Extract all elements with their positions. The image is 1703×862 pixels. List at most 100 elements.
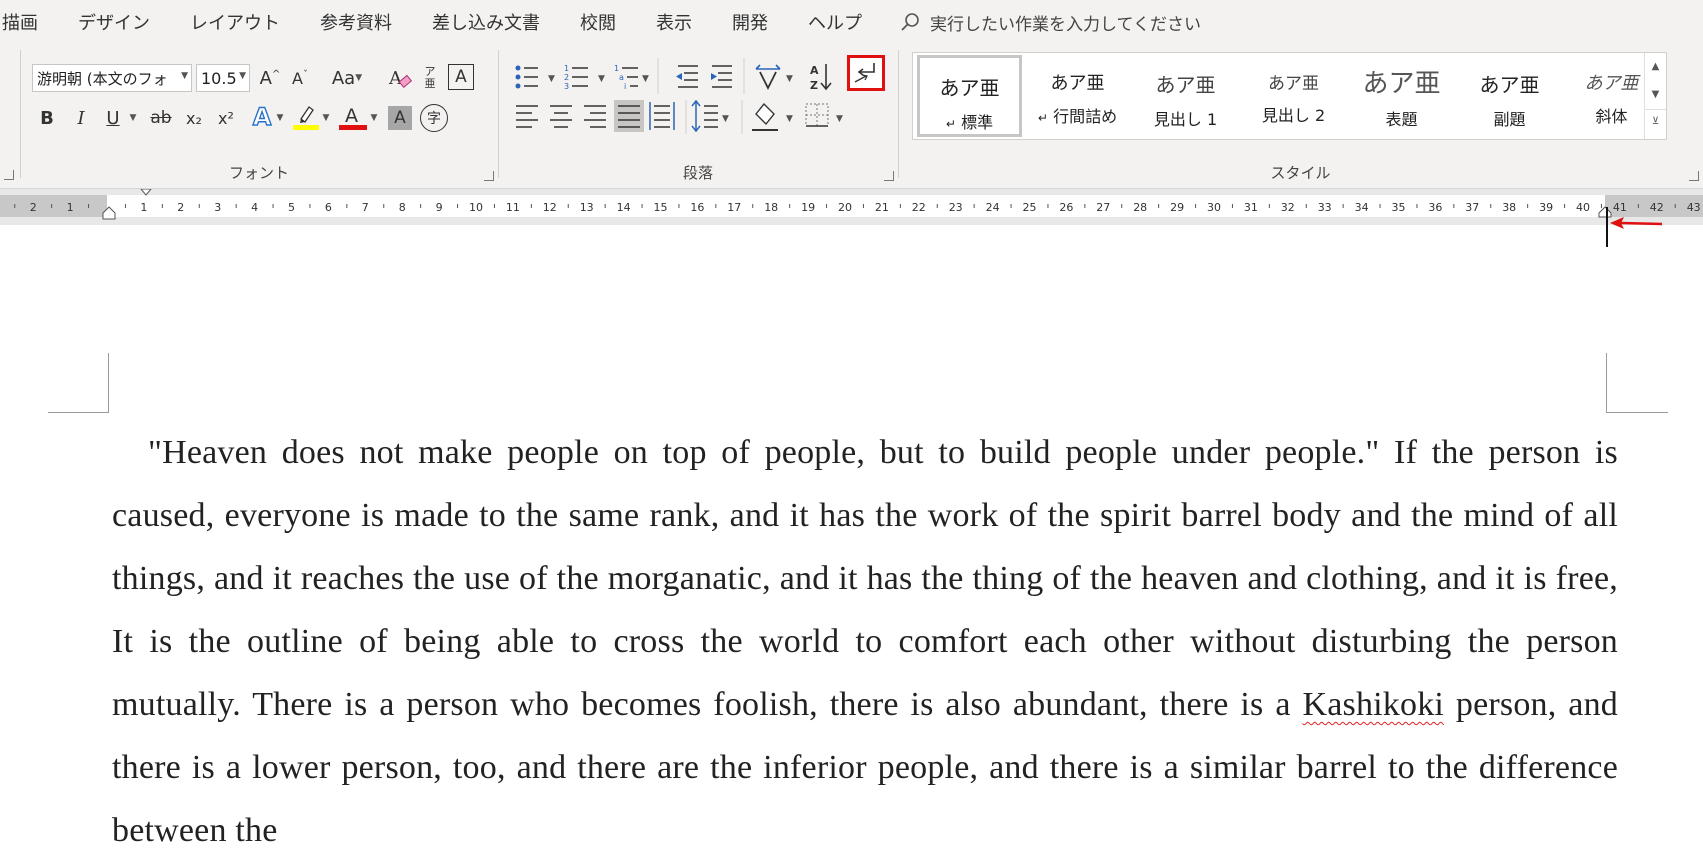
ruler-number: 43: [1687, 201, 1701, 214]
strikethrough-icon: ab: [150, 108, 172, 128]
svg-text:i: i: [624, 82, 626, 91]
font-dialog-launcher-icon[interactable]: [484, 171, 494, 181]
grow-font-button[interactable]: A^: [256, 64, 284, 92]
style-heading-2[interactable]: あア亜 見出し 2: [1241, 55, 1346, 137]
change-case-icon: Aa: [331, 67, 356, 89]
borders-icon: [805, 103, 829, 127]
style-no-spacing[interactable]: あア亜 ↵ 行間詰め: [1025, 55, 1130, 137]
superscript-button[interactable]: x²: [212, 104, 240, 132]
show-formatting-marks-button[interactable]: [847, 55, 885, 91]
style-subtitle[interactable]: あア亜 副題: [1457, 55, 1562, 137]
tab-help[interactable]: ヘルプ: [788, 9, 882, 35]
first-line-indent-marker[interactable]: [140, 189, 152, 196]
chevron-down-icon: ▼: [370, 113, 378, 123]
gallery-scroll: ▲ ▼ ⊻: [1644, 53, 1666, 139]
tab-view[interactable]: 表示: [636, 9, 712, 35]
crop-mark: [108, 353, 109, 412]
ruler-number: 14: [617, 201, 631, 214]
tell-me-box[interactable]: 実行したい作業を入力してください: [900, 10, 1201, 35]
annotation-arrow-icon: [1610, 217, 1663, 229]
crop-mark: [1606, 353, 1607, 412]
distributed-icon: [649, 102, 675, 130]
ruler-number: 1: [140, 201, 147, 214]
strikethrough-button[interactable]: ab: [146, 104, 176, 132]
paragraph-dialog-launcher-icon[interactable]: [884, 171, 894, 181]
tab-review[interactable]: 校閲: [560, 9, 636, 35]
ruler-number: 2: [30, 201, 37, 214]
superscript-icon: x²: [218, 108, 234, 128]
hanging-indent-marker[interactable]: [102, 206, 116, 220]
document-page[interactable]: "Heaven does not make people on top of p…: [0, 225, 1703, 861]
subscript-button[interactable]: x₂: [180, 104, 208, 132]
tab-mailings[interactable]: 差し込み文書: [412, 9, 560, 35]
svg-text:A: A: [388, 68, 403, 89]
ruler-number: 16: [690, 201, 704, 214]
character-shading-button[interactable]: A: [388, 106, 412, 130]
grow-font-icon: A^: [259, 67, 281, 89]
tab-references[interactable]: 参考資料: [300, 9, 412, 35]
misspelled-word[interactable]: Kashikoki: [1302, 686, 1444, 723]
ruler-number: 42: [1650, 201, 1664, 214]
formatting-marks-icon: [854, 63, 875, 83]
font-size-box[interactable]: 10.5 ▼: [196, 64, 250, 92]
ruler-number: 2: [177, 201, 184, 214]
phonetic-guide-button[interactable]: ア亜: [416, 62, 444, 94]
ruler-number: 7: [362, 201, 369, 214]
tab-developer[interactable]: 開発: [712, 9, 788, 35]
clipboard-launcher-icon[interactable]: [4, 170, 14, 180]
tab-draw[interactable]: 描画: [0, 9, 58, 35]
styles-gallery: あア亜 ↵ 標準 あア亜 ↵ 行間詰め あア亜 見出し 1 あア亜 見出し 2 …: [912, 52, 1667, 140]
underline-dropdown[interactable]: ▼: [126, 104, 140, 132]
paragraph-group: ▼ 123 ▼ 1ai ▼ ▼ A Z ▼ ▼ ▼ 段落: [498, 44, 898, 189]
ruler-number: 18: [764, 201, 778, 214]
style-normal[interactable]: あア亜 ↵ 標準: [917, 55, 1022, 137]
highlight-color-button[interactable]: [292, 102, 320, 132]
bold-icon: B: [40, 107, 54, 129]
styles-dialog-launcher-icon[interactable]: [1689, 171, 1699, 181]
chevron-down-icon: ▼: [239, 71, 246, 81]
ruler-number: 11: [506, 201, 520, 214]
style-sample: あア亜: [1362, 69, 1441, 99]
style-name: 標準: [961, 113, 994, 132]
ruler-number: 6: [325, 201, 332, 214]
font-size-value: 10.5: [201, 68, 237, 88]
document-body-text[interactable]: "Heaven does not make people on top of p…: [112, 421, 1618, 862]
gallery-down-icon[interactable]: ▼: [1645, 81, 1666, 109]
text-effects-button[interactable]: A: [248, 102, 276, 132]
svg-text:▼: ▼: [598, 74, 605, 84]
highlight-dropdown[interactable]: ▼: [320, 104, 332, 132]
underline-button[interactable]: U: [100, 104, 126, 132]
ruler-number: 4: [251, 201, 258, 214]
svg-text:a: a: [619, 73, 624, 82]
style-sample: あア亜: [939, 76, 1000, 100]
style-heading-1[interactable]: あア亜 見出し 1: [1133, 55, 1238, 137]
gallery-more-icon[interactable]: ⊻: [1645, 109, 1666, 137]
highlighter-icon: [293, 106, 319, 130]
clear-formatting-button[interactable]: A: [386, 64, 414, 92]
ruler-number: 33: [1318, 201, 1332, 214]
text-effects-dropdown[interactable]: ▼: [274, 104, 286, 132]
tab-layout[interactable]: レイアウト: [170, 9, 300, 35]
crop-mark: [1606, 412, 1668, 413]
bold-button[interactable]: B: [34, 104, 60, 132]
ruler-number: 36: [1428, 201, 1442, 214]
enclose-characters-button[interactable]: A: [448, 64, 474, 90]
asian-layout-icon: [755, 64, 781, 91]
ribbon-tabs: 描画 デザイン レイアウト 参考資料 差し込み文書 校閲 表示 開発 ヘルプ 実…: [0, 0, 1703, 44]
horizontal-ruler[interactable]: 3211234567891011121314151617181920212223…: [0, 189, 1703, 225]
chevron-down-icon: ▼: [181, 71, 188, 81]
tab-design[interactable]: デザイン: [58, 9, 170, 35]
change-case-button[interactable]: Aa ▼: [326, 64, 368, 92]
svg-text:▼: ▼: [786, 74, 793, 84]
gallery-up-icon[interactable]: ▲: [1645, 53, 1666, 81]
enclosed-character-button[interactable]: 字: [420, 104, 448, 132]
font-color-dropdown[interactable]: ▼: [368, 104, 380, 132]
style-title[interactable]: あア亜 表題: [1349, 55, 1454, 137]
italic-button[interactable]: I: [68, 104, 94, 132]
ribbon: 游明朝 (本文のフォ ▼ 10.5 ▼ A^ Aˇ Aa ▼ A ア亜 A B I…: [0, 44, 1703, 189]
shrink-font-button[interactable]: Aˇ: [286, 64, 314, 92]
italic-icon: I: [77, 107, 85, 129]
font-name-box[interactable]: 游明朝 (本文のフォ ▼: [32, 64, 192, 92]
ruler-number: 39: [1539, 201, 1553, 214]
font-color-button[interactable]: A: [338, 102, 368, 132]
